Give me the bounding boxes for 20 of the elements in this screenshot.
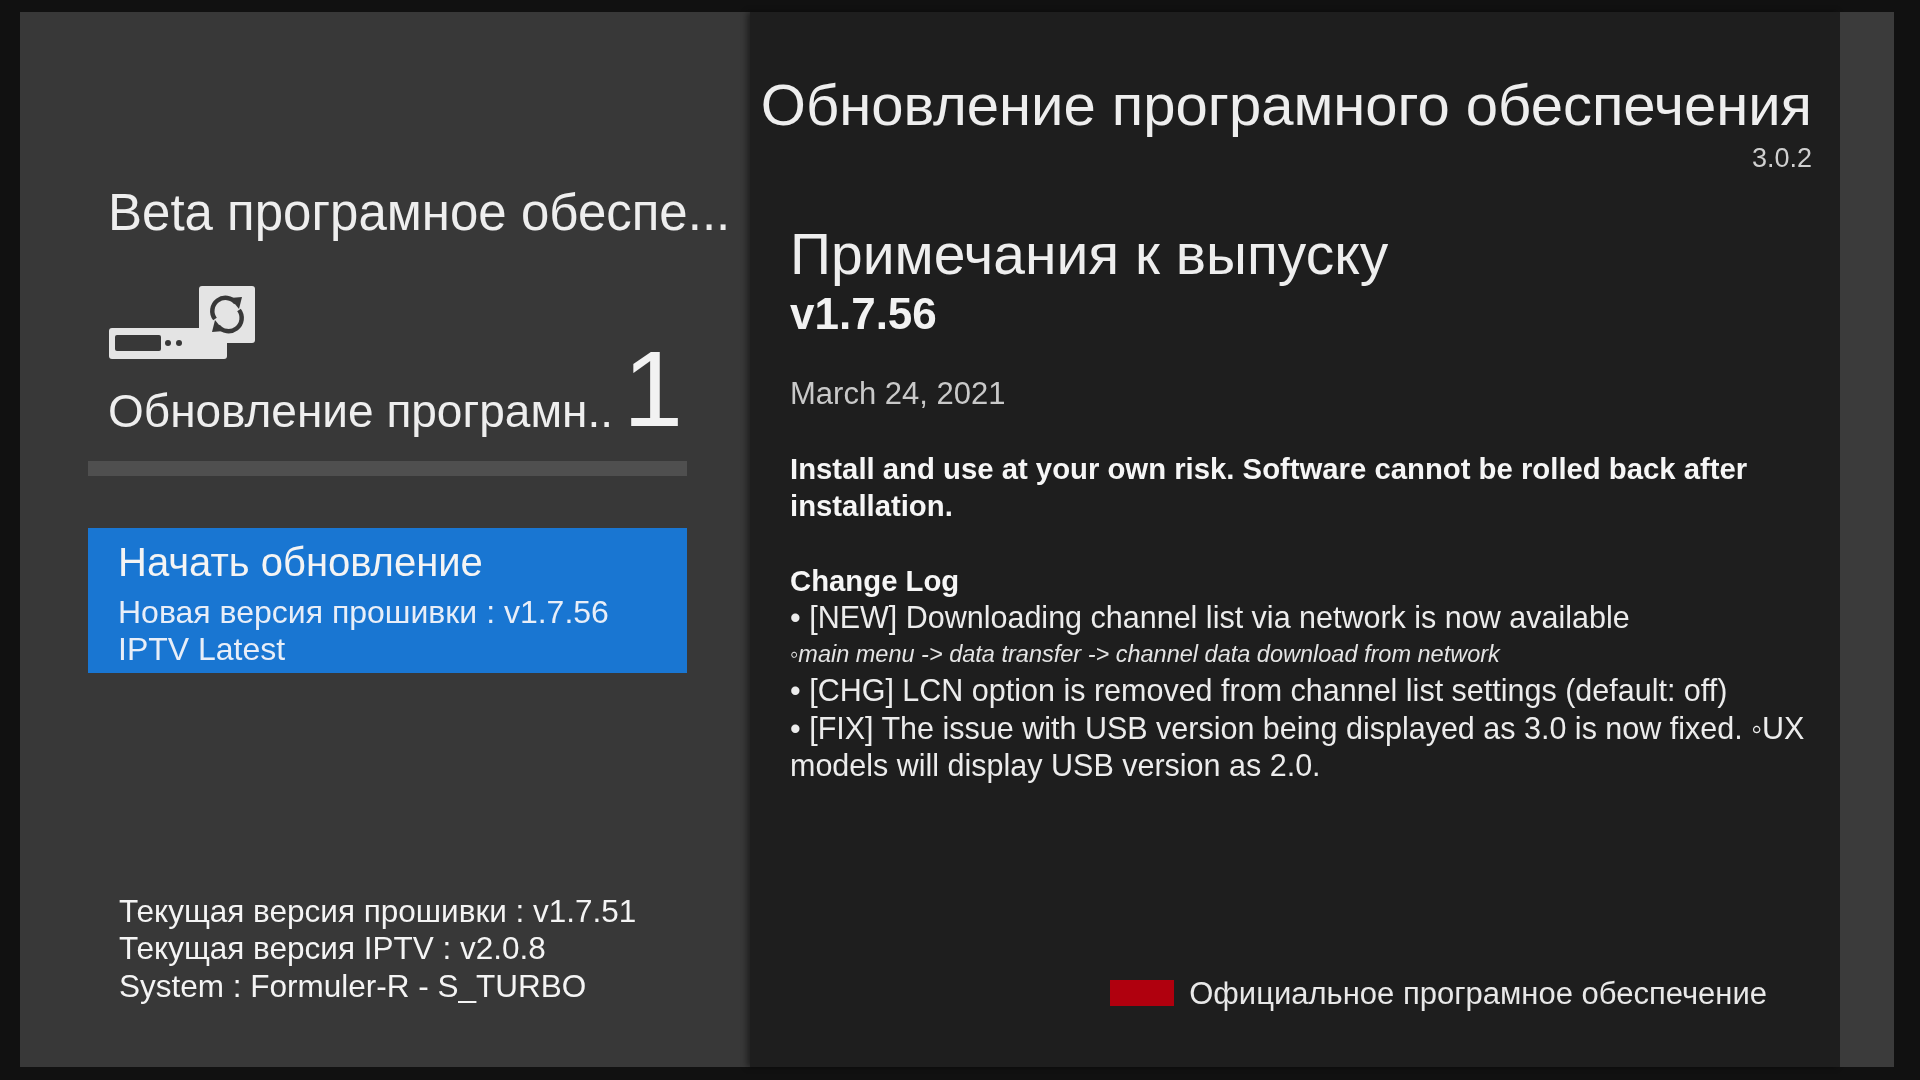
update-item-label: Обновление програмн..	[108, 384, 613, 440]
firmware-info-text: System : Formuler-R - S_TURBO	[119, 967, 588, 1005]
firmware-info-text: Текущая версия IPTV : v2.0.8	[119, 930, 547, 968]
device-sync-icon	[108, 285, 255, 361]
start-update-button[interactable]: Начать обновление Новая версия прошивки : v1.7.56 IPTV Latest	[88, 528, 687, 674]
changelog-note: ◦main menu -> data transfer -> channel data download from network	[790, 639, 1502, 669]
sidebar-title: Beta програмное обеспе...	[108, 183, 732, 243]
changelog-heading: Change Log	[790, 562, 961, 599]
update-count: 1	[623, 335, 684, 444]
legend-label: Официальное програмное обеспечение	[1189, 974, 1767, 1012]
release-date: March 24, 2021	[790, 375, 1007, 413]
warning-text: Install and use at your own risk. Software cannot be rolled back after installation.	[790, 450, 1749, 524]
firmware-info-text: Текущая версия прошивки : v1.7.51	[119, 892, 638, 930]
release-version: v1.7.56	[790, 287, 938, 340]
release-notes-heading: Примечания к выпуску	[790, 222, 1390, 288]
changelog-entry: • [NEW] Downloading channel list via network is now available	[790, 599, 1631, 637]
app-version: 3.0.2	[1750, 141, 1812, 174]
changelog-entry: • [CHG] LCN option is removed from channel list settings (default: off)	[790, 672, 1729, 710]
page-title: Обновление програмного обеспечения	[759, 71, 1812, 139]
changelog-entry: • [FIX] The issue with USB version being displayed as 3.0 is now fixed. ◦UX models will display USB version as 2.0.	[790, 709, 1806, 785]
